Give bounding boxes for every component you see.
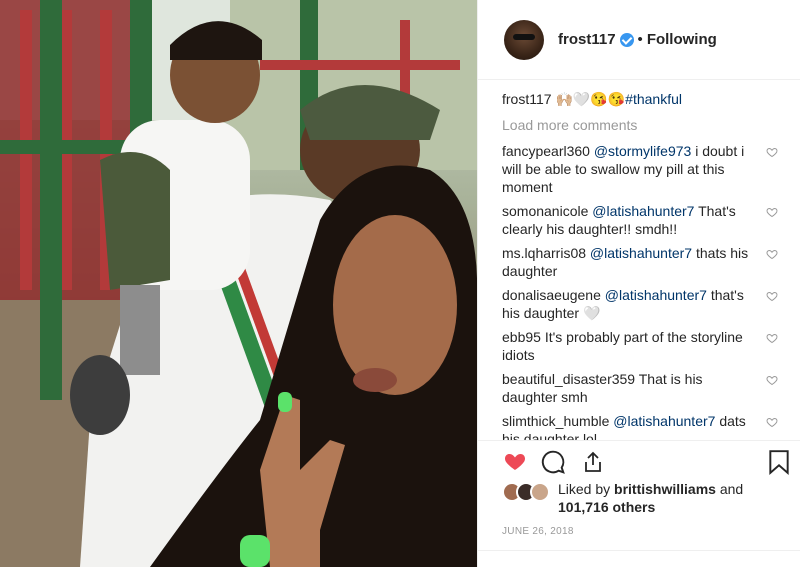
comment-bubble-icon[interactable] <box>540 449 566 475</box>
comment-mention[interactable]: @latishahunter7 <box>592 203 694 219</box>
likes-prefix: Liked by <box>558 481 615 497</box>
author-avatar[interactable] <box>504 19 544 60</box>
comment-username[interactable]: ebb95 <box>502 329 541 345</box>
comment-username[interactable]: somonanicole <box>502 203 588 219</box>
likes-conjunction: and <box>715 481 744 497</box>
following-button[interactable]: Following <box>647 31 717 48</box>
comment-item: beautiful_disaster359 That is his daught… <box>502 370 782 406</box>
heart-outline-icon[interactable] <box>766 374 778 386</box>
load-more-comments-button[interactable]: Load more comments <box>502 116 782 134</box>
comment-item: fancypearl360 @stormylife973 i doubt i w… <box>502 142 782 196</box>
caption-hashtag[interactable]: #thankful <box>625 91 682 107</box>
first-liker-link[interactable]: brittishwilliams <box>614 481 716 497</box>
comment-item: slimthick_humble @latishahunter7 dats hi… <box>502 412 782 440</box>
liker-avatar <box>530 482 550 502</box>
likes-summary: Liked by brittishwilliams and 101,716 ot… <box>502 480 792 520</box>
heart-outline-icon[interactable] <box>766 206 778 218</box>
post-actions-bar <box>478 440 800 480</box>
comments-list[interactable]: frost117 🙌🏼🤍😘😘#thankful Load more commen… <box>502 90 782 440</box>
heart-outline-icon[interactable] <box>766 416 778 428</box>
comment-username[interactable]: slimthick_humble <box>502 413 609 429</box>
post-photo[interactable] <box>0 0 477 567</box>
post-photo-illustration <box>0 0 477 567</box>
comment-username[interactable]: fancypearl360 <box>502 143 590 159</box>
heart-filled-icon[interactable] <box>502 449 528 473</box>
comment-username[interactable]: beautiful_disaster359 <box>502 371 635 387</box>
verified-badge-icon <box>619 32 634 47</box>
comment-item: ebb95 It's probably part of the storylin… <box>502 328 782 364</box>
separator-dot: • <box>637 31 643 48</box>
heart-outline-icon[interactable] <box>766 332 778 344</box>
liker-avatars[interactable] <box>502 482 552 504</box>
post-detail-panel: frost117 • Following frost117 🙌🏼🤍😘😘#than… <box>477 0 800 567</box>
comment-mention[interactable]: @latishahunter7 <box>613 413 715 429</box>
caption-author[interactable]: frost117 <box>502 91 552 107</box>
comment-username[interactable]: donalisaeugene <box>502 287 601 303</box>
post-caption: frost117 🙌🏼🤍😘😘#thankful <box>502 90 782 108</box>
comment-mention[interactable]: @stormylife973 <box>594 143 691 159</box>
comment-item: somonanicole @latishahunter7 That's clea… <box>502 202 782 238</box>
comment-mention[interactable]: @latishahunter7 <box>605 287 707 303</box>
divider <box>478 550 800 551</box>
post-date[interactable]: JUNE 26, 2018 <box>502 526 574 537</box>
author-username[interactable]: frost117 <box>558 31 616 48</box>
heart-outline-icon[interactable] <box>766 146 778 158</box>
comment-username[interactable]: ms.lqharris08 <box>502 245 586 261</box>
comment-mention[interactable]: @latishahunter7 <box>590 245 692 261</box>
post-header: frost117 • Following <box>478 0 800 80</box>
caption-text: 🙌🏼🤍😘😘 <box>555 91 626 107</box>
heart-outline-icon[interactable] <box>766 290 778 302</box>
share-icon[interactable] <box>581 449 605 475</box>
likes-text: Liked by brittishwilliams and 101,716 ot… <box>558 480 743 516</box>
comment-item: donalisaeugene @latishahunter7 that's hi… <box>502 286 782 322</box>
heart-outline-icon[interactable] <box>766 248 778 260</box>
bookmark-icon[interactable] <box>768 449 790 475</box>
likes-count-link[interactable]: 101,716 others <box>558 499 655 515</box>
comment-item: ms.lqharris08 @latishahunter7 thats his … <box>502 244 782 280</box>
